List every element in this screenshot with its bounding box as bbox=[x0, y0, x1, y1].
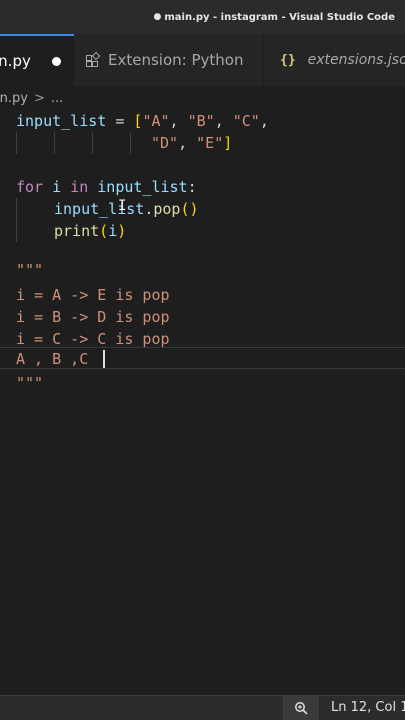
code-line-12: A , B ,C bbox=[16, 350, 98, 368]
tab-main-py[interactable]: in.py bbox=[0, 34, 74, 86]
code-line-9: i = A -> E is pop bbox=[16, 286, 170, 304]
window-title: main.py - instagram - Visual Studio Code bbox=[164, 11, 395, 23]
code-line-4: for i in input_list: bbox=[16, 178, 197, 196]
breadcrumb: in.py > ... bbox=[0, 86, 405, 110]
zoom-in-button[interactable] bbox=[283, 696, 319, 720]
indent-guide bbox=[92, 132, 93, 154]
tab-extensions-json[interactable]: {} extensions.json bbox=[264, 34, 405, 86]
extensions-icon bbox=[86, 51, 101, 67]
code-line-13: """ bbox=[16, 374, 44, 392]
tab-label: in.py bbox=[0, 52, 31, 70]
tab-extension-python[interactable]: Extension: Python bbox=[74, 34, 264, 86]
code-line-10: i = B -> D is pop bbox=[16, 308, 170, 326]
code-line-11: i = C -> C is pop bbox=[16, 330, 170, 348]
indent-guide bbox=[16, 132, 17, 154]
title-bar: ● main.py - instagram - Visual Studio Co… bbox=[0, 0, 405, 34]
breadcrumb-file[interactable]: in.py bbox=[0, 91, 28, 106]
text-cursor bbox=[103, 350, 105, 368]
unsaved-indicator: ● bbox=[153, 12, 162, 22]
code-line-8: """ bbox=[16, 261, 44, 279]
indent-guide bbox=[130, 132, 131, 154]
zoom-in-icon bbox=[295, 702, 308, 715]
code-line-6: print(i) bbox=[54, 222, 127, 240]
tab-bar: in.py Extension: Python {} extensions.js… bbox=[0, 34, 405, 86]
code-line-2: "D", "E"] bbox=[151, 134, 233, 152]
status-bar: Ln 12, Col 10 bbox=[0, 695, 405, 720]
tab-label: Extension: Python bbox=[108, 51, 244, 69]
unsaved-dot-icon[interactable] bbox=[52, 57, 61, 66]
mouse-ibeam-icon: I bbox=[118, 198, 127, 214]
code-editor[interactable]: input_list = ["A", "B", "C", "D", "E"] f… bbox=[0, 110, 405, 695]
chevron-right-icon: > bbox=[33, 90, 45, 106]
tab-label: extensions.json bbox=[307, 52, 405, 68]
json-braces-icon: {} bbox=[280, 52, 296, 68]
breadcrumb-more[interactable]: ... bbox=[51, 91, 63, 106]
code-line-1: input_list = ["A", "B", "C", bbox=[16, 112, 269, 130]
indent-guide bbox=[54, 132, 55, 154]
indent-guide bbox=[16, 198, 17, 242]
cursor-position[interactable]: Ln 12, Col 10 bbox=[331, 696, 405, 720]
